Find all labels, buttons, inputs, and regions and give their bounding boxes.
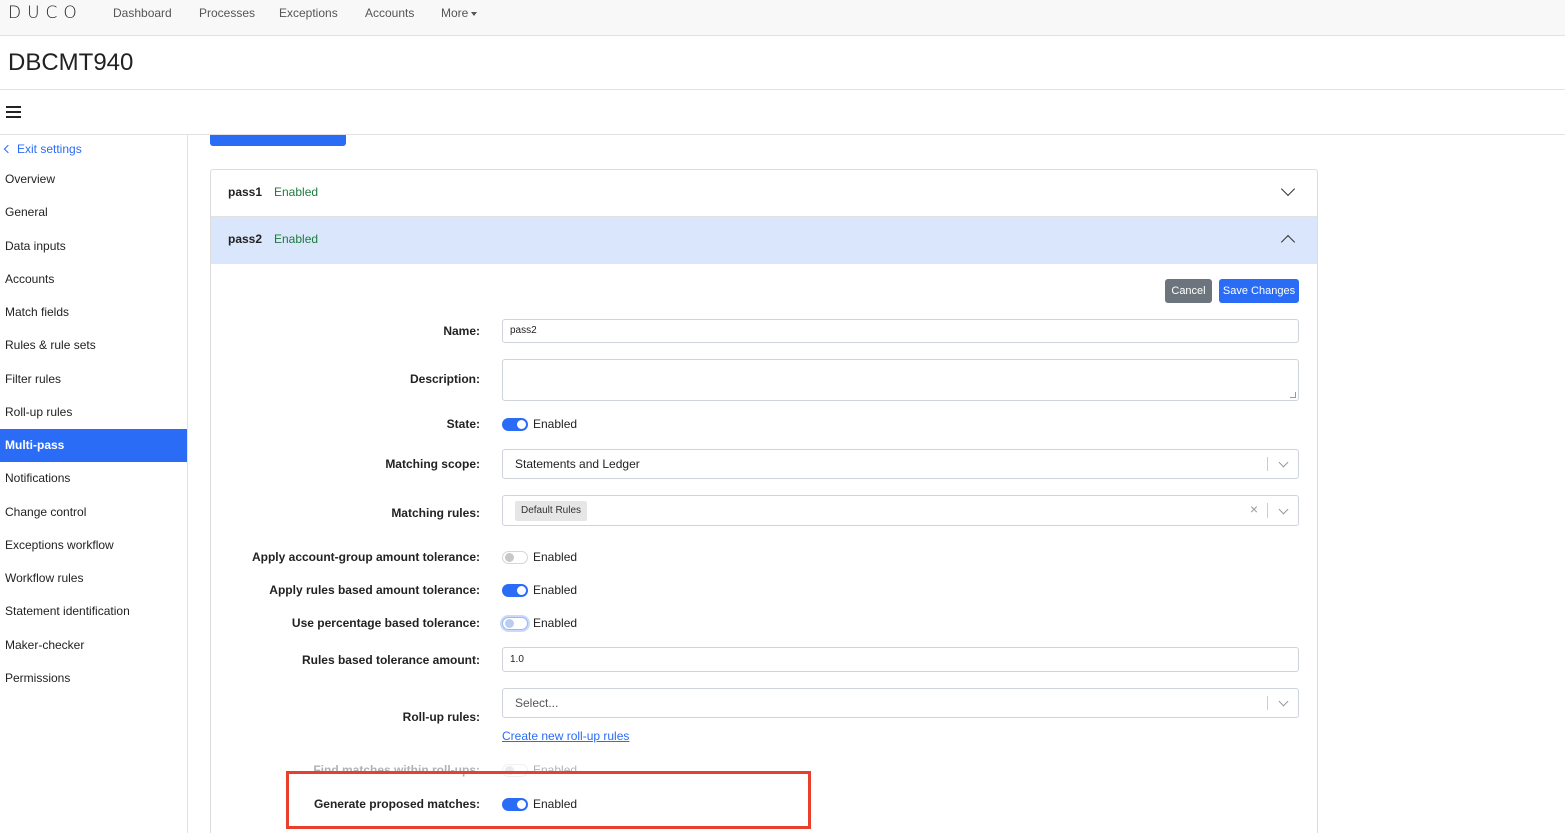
description-textarea[interactable] <box>502 359 1299 401</box>
percentage-tolerance-label: Use percentage based tolerance: <box>291 616 480 630</box>
exit-settings-link[interactable]: Exit settings <box>3 142 82 156</box>
account-group-tolerance-toggle[interactable] <box>502 551 528 564</box>
sidebar-item-notifications[interactable]: Notifications <box>0 462 187 495</box>
name-input[interactable]: pass2 <box>502 319 1299 343</box>
matching-rules-select[interactable]: Default Rules × <box>502 495 1299 526</box>
rollup-rules-select[interactable]: Select... <box>502 688 1299 718</box>
select-separator <box>1267 457 1268 471</box>
create-rollup-rules-link[interactable]: Create new roll-up rules <box>502 729 629 743</box>
nav-processes[interactable]: Processes <box>199 6 255 20</box>
rules-based-tolerance-value: Enabled <box>533 583 578 597</box>
main-content: pass1 Enabled pass2 Enabled Cancel Save … <box>188 135 1565 833</box>
rollup-rules-placeholder: Select... <box>515 696 559 710</box>
sidebar-item-general[interactable]: General <box>0 196 187 229</box>
percentage-tolerance-value: Enabled <box>533 616 578 630</box>
passes-panel: pass1 Enabled pass2 Enabled Cancel Save … <box>210 169 1318 833</box>
sidebar-item-multi-pass[interactable]: Multi-pass <box>0 429 187 462</box>
account-group-tolerance-value: Enabled <box>533 550 578 564</box>
sidebar-item-match-fields[interactable]: Match fields <box>0 296 187 329</box>
tolerance-amount-label: Rules based tolerance amount: <box>301 653 480 667</box>
hamburger-menu-icon[interactable] <box>6 106 21 118</box>
chevron-down-icon <box>1278 457 1289 468</box>
sidebar-item-exceptions-workflow[interactable]: Exceptions workflow <box>0 529 187 562</box>
chevron-down-icon <box>1278 504 1289 515</box>
pass-status: Enabled <box>274 232 319 246</box>
duco-logo[interactable]: DUCO <box>8 3 83 23</box>
state-label: State: <box>446 417 480 431</box>
chevron-left-icon <box>3 144 13 154</box>
rule-tag: Default Rules <box>515 501 588 521</box>
matching-rules-label: Matching rules: <box>391 506 480 520</box>
add-pass-button[interactable] <box>210 135 346 146</box>
rules-based-tolerance-label: Apply rules based amount tolerance: <box>269 583 480 597</box>
nav-dashboard[interactable]: Dashboard <box>113 6 172 20</box>
pass-row-pass2[interactable]: pass2 Enabled <box>211 217 1317 264</box>
sidebar-item-accounts[interactable]: Accounts <box>0 263 187 296</box>
toolbar-row <box>0 90 1565 135</box>
chevron-up-icon[interactable] <box>1280 234 1296 250</box>
title-bar: DBCMT940 <box>0 36 1565 90</box>
nav-more[interactable]: More <box>441 6 478 20</box>
tolerance-amount-input[interactable]: 1.0 <box>502 647 1299 672</box>
highlight-box <box>286 771 811 829</box>
cancel-button[interactable]: Cancel <box>1165 279 1212 303</box>
nav-accounts[interactable]: Accounts <box>365 6 414 20</box>
settings-sidebar: Exit settings Overview General Data inpu… <box>0 135 188 833</box>
account-group-tolerance-label: Apply account-group amount tolerance: <box>251 550 480 564</box>
sidebar-item-filter-rules[interactable]: Filter rules <box>0 363 187 396</box>
sidebar-item-rules[interactable]: Rules & rule sets <box>0 329 187 362</box>
name-label: Name: <box>443 324 480 338</box>
percentage-tolerance-toggle[interactable] <box>502 617 528 630</box>
matching-scope-value: Statements and Ledger <box>515 457 640 471</box>
rules-based-tolerance-toggle[interactable] <box>502 584 528 597</box>
pass-row-pass1[interactable]: pass1 Enabled <box>211 170 1317 217</box>
select-separator <box>1267 503 1268 518</box>
pass-name: pass1 <box>228 185 263 199</box>
save-changes-button[interactable]: Save Changes <box>1219 279 1299 303</box>
clear-icon[interactable]: × <box>1250 501 1258 517</box>
chevron-down-icon <box>1278 696 1289 707</box>
sidebar-item-data-inputs[interactable]: Data inputs <box>0 230 187 263</box>
matching-scope-select[interactable]: Statements and Ledger <box>502 449 1299 479</box>
sidebar-item-permissions[interactable]: Permissions <box>0 662 187 695</box>
exit-settings-label: Exit settings <box>17 142 82 156</box>
resize-grip-icon[interactable] <box>1290 392 1296 398</box>
state-value: Enabled <box>533 417 578 431</box>
sidebar-item-overview[interactable]: Overview <box>0 163 187 196</box>
description-label: Description: <box>409 372 480 386</box>
sidebar-item-maker-checker[interactable]: Maker-checker <box>0 629 187 662</box>
matching-scope-label: Matching scope: <box>385 457 480 471</box>
rollup-rules-label: Roll-up rules: <box>402 710 480 724</box>
pass-name: pass2 <box>228 232 263 246</box>
sidebar-item-statement-identification[interactable]: Statement identification <box>0 595 187 628</box>
caret-down-icon <box>471 11 478 16</box>
sidebar-item-roll-up-rules[interactable]: Roll-up rules <box>0 396 187 429</box>
nav-more-label: More <box>441 6 469 20</box>
top-nav: DUCO Dashboard Processes Exceptions Acco… <box>0 0 1565 36</box>
state-toggle[interactable] <box>502 418 528 431</box>
nav-exceptions[interactable]: Exceptions <box>279 6 338 20</box>
sidebar-item-workflow-rules[interactable]: Workflow rules <box>0 562 187 595</box>
chevron-down-icon[interactable] <box>1280 181 1296 197</box>
pass-status: Enabled <box>274 185 319 199</box>
page-title: DBCMT940 <box>8 49 134 76</box>
select-separator <box>1267 696 1268 710</box>
sidebar-item-change-control[interactable]: Change control <box>0 496 187 529</box>
